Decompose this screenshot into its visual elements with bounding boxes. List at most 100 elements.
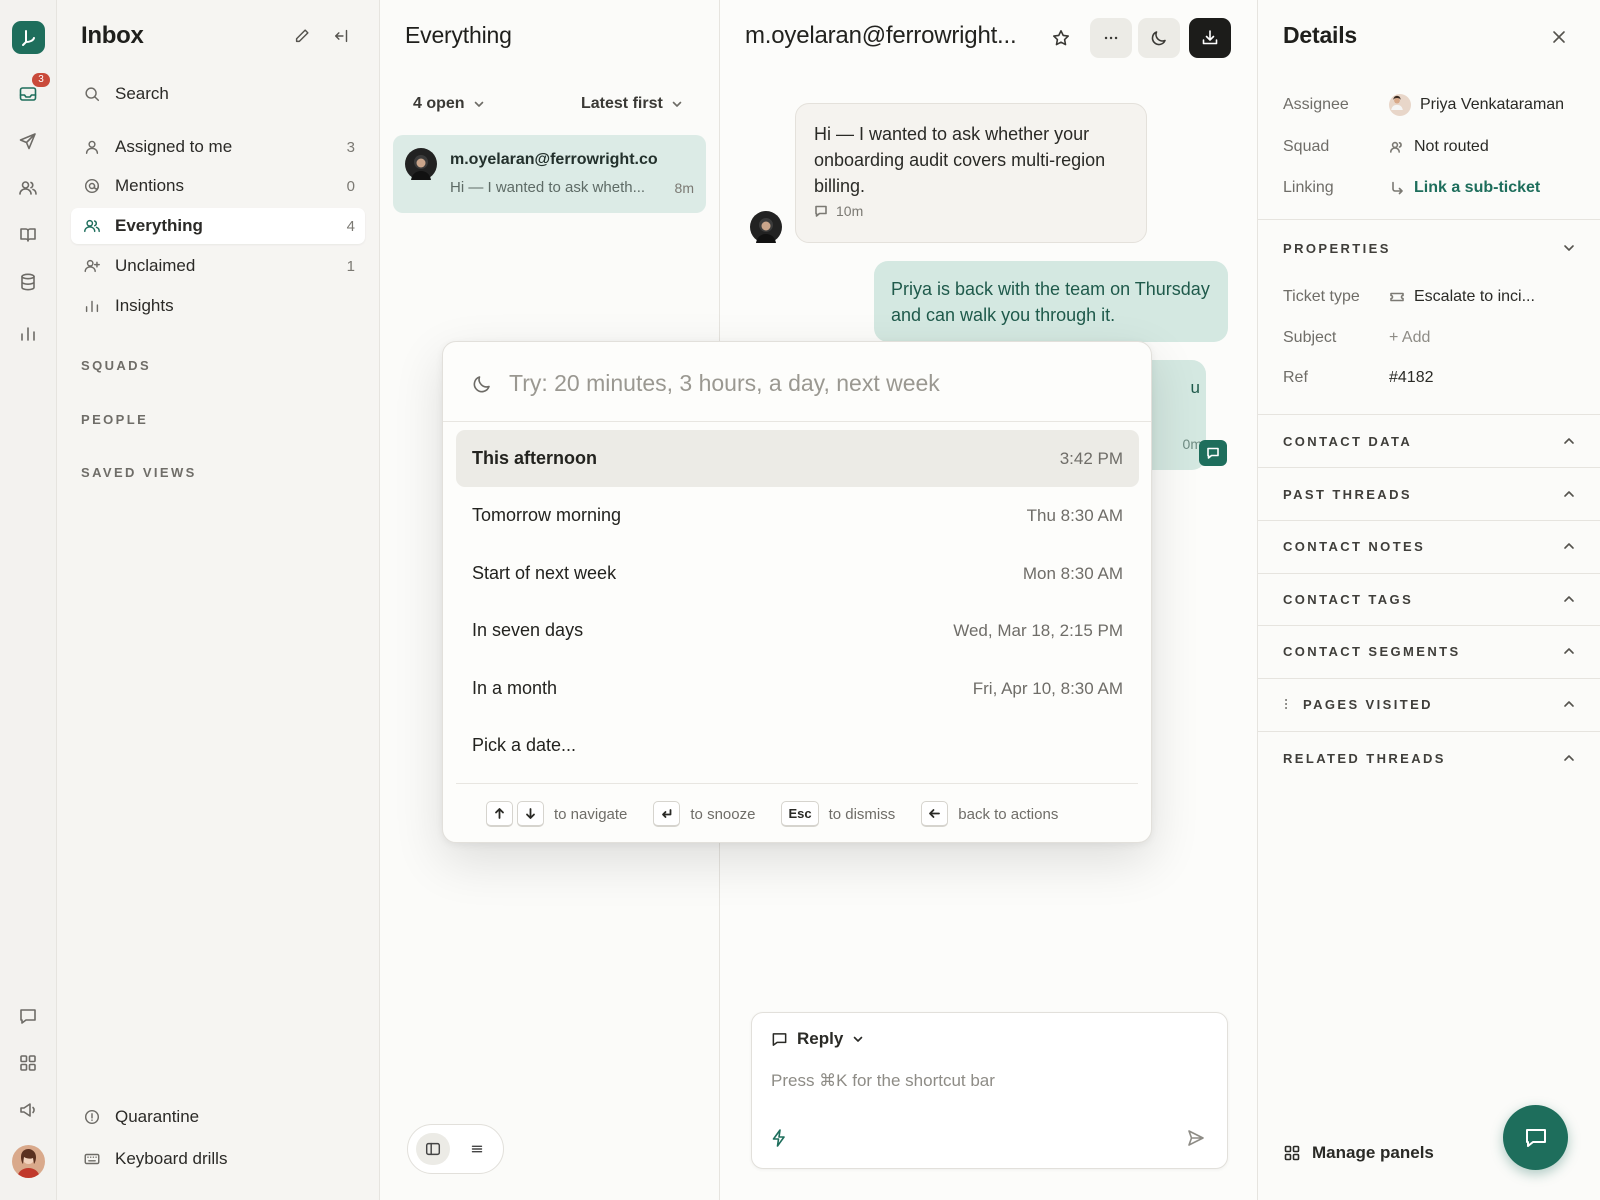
snooze-option-start-of-next-week[interactable]: Start of next week Mon 8:30 AM xyxy=(456,545,1139,602)
collapse-sidebar-icon[interactable] xyxy=(333,27,355,49)
chevron-up-icon xyxy=(1564,648,1574,654)
compose-icon[interactable] xyxy=(293,27,315,49)
reply-mode-dropdown[interactable]: Reply xyxy=(771,1029,864,1049)
list-title: Everything xyxy=(405,22,512,48)
send-icon[interactable] xyxy=(12,125,44,157)
chat-launcher-button[interactable] xyxy=(1503,1105,1568,1170)
ticket-type-label: Ticket type xyxy=(1283,288,1360,305)
chevron-up-icon xyxy=(1564,755,1574,761)
close-conversation-icon[interactable] xyxy=(1189,18,1231,58)
section-squads[interactable]: SQUADS xyxy=(81,358,151,373)
contact-notes-section[interactable]: CONTACT NOTES xyxy=(1283,536,1576,556)
chevron-up-icon xyxy=(1564,543,1574,549)
hint-dismiss: to dismiss xyxy=(828,805,896,823)
sidebar-item-keyboard-drills[interactable]: Keyboard drills xyxy=(71,1141,365,1177)
conversation-email: m.oyelaran@ferrowright.co xyxy=(450,151,658,168)
grid-icon xyxy=(1284,1145,1300,1161)
esc-key: Esc xyxy=(781,801,819,827)
past-threads-section[interactable]: PAST THREADS xyxy=(1283,484,1576,504)
incoming-message: Hi — I wanted to ask whether your onboar… xyxy=(795,103,1147,243)
section-title: PAGES VISITED xyxy=(1303,696,1433,712)
snooze-moon-icon[interactable] xyxy=(1138,18,1180,58)
section-saved-views[interactable]: SAVED VIEWS xyxy=(81,465,197,480)
hint-back-to-actions: back to actions xyxy=(958,805,1059,823)
star-icon[interactable] xyxy=(1040,18,1082,58)
sidebar-search[interactable]: Search xyxy=(71,76,365,112)
option-time: Thu 8:30 AM xyxy=(1026,505,1123,525)
conversation-card[interactable]: m.oyelaran@ferrowright.co Hi — I wanted … xyxy=(393,135,706,213)
book-icon[interactable] xyxy=(12,219,44,251)
sidebar-item-quarantine[interactable]: Quarantine xyxy=(71,1099,365,1135)
sidebar-item-unclaimed[interactable]: Unclaimed 1 xyxy=(71,248,365,284)
snooze-option-tomorrow-morning[interactable]: Tomorrow morning Thu 8:30 AM xyxy=(456,487,1139,544)
drag-handle-icon[interactable] xyxy=(1283,697,1289,711)
more-icon[interactable] xyxy=(1090,18,1132,58)
contact-segments-section[interactable]: CONTACT SEGMENTS xyxy=(1283,641,1576,661)
sidebar-item-mentions[interactable]: Mentions 0 xyxy=(71,168,365,204)
section-title: CONTACT DATA xyxy=(1283,433,1413,449)
snooze-input[interactable] xyxy=(509,362,1109,404)
people-icon[interactable] xyxy=(12,172,44,204)
section-title: CONTACT TAGS xyxy=(1283,591,1414,607)
snooze-option-in-a-month[interactable]: In a month Fri, Apr 10, 8:30 AM xyxy=(456,660,1139,717)
chat-icon[interactable] xyxy=(12,1000,44,1032)
assignee-row[interactable]: Assignee Priya Venkataraman xyxy=(1283,93,1576,117)
sub-ticket-icon xyxy=(1392,181,1403,195)
snooze-option-in-seven-days[interactable]: In seven days Wed, Mar 18, 2:15 PM xyxy=(456,602,1139,659)
link-sub-ticket-link[interactable]: Link a sub-ticket xyxy=(1414,179,1540,197)
app-logo[interactable] xyxy=(12,21,45,54)
snooze-option-this-afternoon[interactable]: This afternoon 3:42 PM xyxy=(456,430,1139,487)
divider xyxy=(456,783,1138,784)
divider xyxy=(1258,467,1600,468)
section-people[interactable]: PEOPLE xyxy=(81,412,148,427)
sidebar-item-count: 3 xyxy=(346,138,355,156)
subject-row[interactable]: Subject + Add xyxy=(1283,326,1576,350)
squad-label: Squad xyxy=(1283,138,1330,155)
section-title: CONTACT NOTES xyxy=(1283,538,1426,554)
chevron-down-icon xyxy=(1564,245,1574,251)
contact-data-section[interactable]: CONTACT DATA xyxy=(1283,431,1576,451)
sidebar-item-everything[interactable]: Everything 4 xyxy=(71,208,365,244)
send-icon[interactable] xyxy=(1186,1128,1208,1150)
contact-avatar xyxy=(750,211,782,243)
chart-icon[interactable] xyxy=(12,318,44,350)
related-threads-section[interactable]: RELATED THREADS xyxy=(1283,748,1576,768)
linking-label: Linking xyxy=(1283,179,1334,196)
close-icon[interactable] xyxy=(1549,27,1569,47)
people-icon xyxy=(83,217,101,235)
ref-label: Ref xyxy=(1283,369,1308,386)
sort-filter[interactable]: Latest first xyxy=(581,95,683,113)
option-time: 3:42 PM xyxy=(1059,448,1123,468)
inbox-sidebar: Inbox Search Assigned to me 3 Mentions 0… xyxy=(57,0,380,1200)
sidebar-item-insights[interactable]: Insights xyxy=(71,288,365,324)
split-view-icon[interactable] xyxy=(416,1133,450,1165)
squad-value: Not routed xyxy=(1414,138,1489,155)
chat-icon xyxy=(1525,1128,1546,1147)
user-avatar[interactable] xyxy=(12,1145,45,1178)
reply-composer[interactable]: Reply Press ⌘K for the shortcut bar xyxy=(751,1012,1228,1169)
details-title: Details xyxy=(1283,22,1358,48)
lightning-icon[interactable] xyxy=(769,1128,791,1150)
list-view-icon[interactable] xyxy=(460,1133,494,1165)
sidebar-item-assigned-to-me[interactable]: Assigned to me 3 xyxy=(71,129,365,165)
option-time: Wed, Mar 18, 2:15 PM xyxy=(953,620,1123,640)
properties-section-header[interactable]: PROPERTIES xyxy=(1283,238,1576,258)
contact-tags-section[interactable]: CONTACT TAGS xyxy=(1283,589,1576,609)
megaphone-icon[interactable] xyxy=(12,1094,44,1126)
status-filter[interactable]: 4 open xyxy=(413,95,485,113)
squad-row[interactable]: Squad Not routed xyxy=(1283,135,1576,159)
composer-placeholder[interactable]: Press ⌘K for the shortcut bar xyxy=(771,1071,995,1091)
divider xyxy=(1258,678,1600,679)
add-subject-button[interactable]: + Add xyxy=(1389,329,1430,347)
search-label: Search xyxy=(115,84,169,103)
pages-visited-section[interactable]: PAGES VISITED xyxy=(1283,694,1576,714)
sidebar-item-label: Unclaimed xyxy=(115,256,196,275)
divider xyxy=(1258,731,1600,732)
ticket-type-row[interactable]: Ticket type Escalate to inci... xyxy=(1283,285,1576,309)
snooze-option-pick-a-date[interactable]: Pick a date... xyxy=(456,717,1139,774)
database-icon[interactable] xyxy=(12,266,44,298)
chevron-down-icon xyxy=(672,101,682,107)
manage-panels-button[interactable]: Manage panels xyxy=(1283,1143,1434,1163)
grid-icon[interactable] xyxy=(12,1047,44,1079)
chart-icon xyxy=(83,297,101,315)
